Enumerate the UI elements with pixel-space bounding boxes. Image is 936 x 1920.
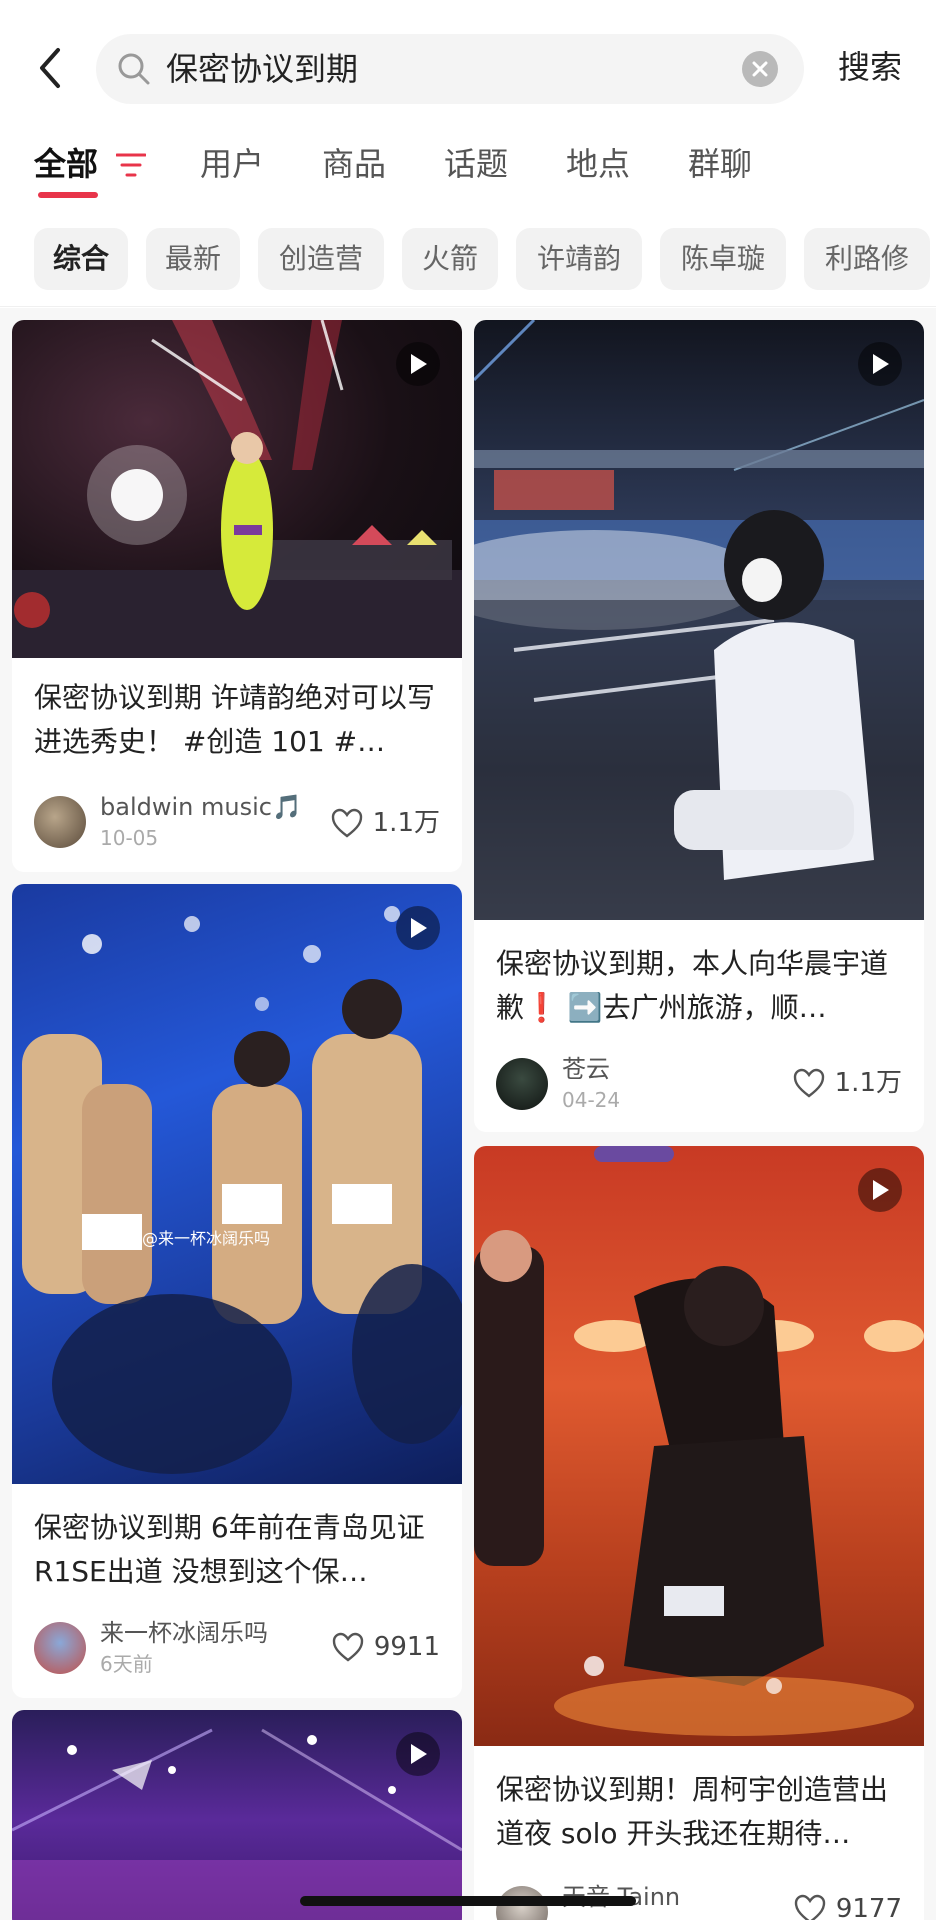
like-count: 1.1万 — [834, 1068, 902, 1098]
like-button[interactable]: 1.1万 — [793, 1066, 902, 1100]
heart-icon — [332, 1632, 364, 1662]
like-count: 9177 — [835, 1894, 902, 1920]
post-card[interactable]: 保密协议到期，本人向华晨宇道歉❗ ➡️去广州旅游，顺… 苍云 04-24 1.1… — [474, 320, 924, 1132]
chip-chen-zhuoxuan[interactable]: 陈卓璇 — [660, 228, 786, 290]
top-bar: 保密协议到期 搜索 — [0, 0, 936, 130]
chip-xu-jingyun[interactable]: 许靖韵 — [516, 228, 642, 290]
tab-places[interactable]: 地点 — [566, 142, 630, 186]
results-feed: 保密协议到期 许靖韵绝对可以写进选秀史！ #创造 101 #… baldwin … — [0, 308, 936, 1920]
post-title: 保密协议到期 6年前在青岛见证R1SE出道 没想到这个保… — [34, 1511, 425, 1588]
like-button[interactable]: 1.1万 — [331, 806, 440, 840]
post-thumbnail: @来一杯冰阔乐吗 — [12, 884, 462, 1484]
video-play-icon — [396, 1732, 440, 1776]
post-author[interactable]: 来一杯冰阔乐吗 — [100, 1618, 268, 1648]
post-card[interactable]: 保密协议到期！周柯宇创造营出道夜 solo 开头我还在期待… 天音 Tainn … — [474, 1146, 924, 1920]
search-icon — [118, 53, 150, 85]
like-button[interactable]: 9177 — [794, 1892, 902, 1920]
video-play-icon — [396, 342, 440, 386]
like-button[interactable]: 9911 — [332, 1630, 440, 1664]
performance-scene-illustration — [474, 1146, 924, 1736]
chip-rocket[interactable]: 火箭 — [402, 228, 498, 290]
post-date: 6天前 — [100, 1652, 153, 1676]
tab-group-chats[interactable]: 群聊 — [688, 142, 752, 186]
chip-comprehensive[interactable]: 综合 — [34, 228, 128, 290]
heart-icon — [793, 1068, 824, 1098]
heart-icon — [794, 1894, 826, 1920]
video-play-icon — [858, 342, 902, 386]
home-indicator — [300, 1896, 636, 1906]
chip-li-luxiu[interactable]: 利路修 — [804, 228, 930, 290]
post-thumbnail — [474, 320, 924, 920]
back-button[interactable] — [28, 44, 76, 92]
close-icon — [752, 61, 768, 77]
video-play-icon — [396, 906, 440, 950]
dance-scene-illustration: @来一杯冰阔乐吗 — [22, 906, 462, 1474]
tab-all[interactable]: 全部 — [34, 142, 98, 186]
tab-users[interactable]: 用户 — [200, 142, 264, 186]
avatar[interactable] — [34, 796, 86, 848]
search-submit-button[interactable]: 搜索 — [838, 46, 902, 88]
like-count: 9911 — [373, 1632, 440, 1662]
avatar[interactable] — [34, 1622, 86, 1674]
post-title: 保密协议到期，本人向华晨宇道歉❗ ➡️去广州旅游，顺… — [496, 947, 889, 1024]
clear-search-button[interactable] — [742, 51, 778, 87]
heart-icon — [331, 808, 362, 838]
filter-icon[interactable] — [116, 152, 146, 178]
active-tab-indicator — [38, 192, 98, 198]
search-query-text: 保密协议到期 — [166, 50, 359, 88]
like-count: 1.1万 — [372, 808, 440, 838]
filter-chips: 综合 最新 创造营 火箭 许靖韵 陈卓璇 利路修 — [0, 228, 936, 292]
post-title: 保密协议到期 许靖韵绝对可以写进选秀史！ #创造 101 #… — [34, 681, 435, 758]
post-card[interactable]: @来一杯冰阔乐吗 保密协议到期 6年前在青岛见证R1SE出道 没想到这个保… 来… — [12, 884, 462, 1698]
stadium-scene-illustration — [474, 320, 924, 920]
post-author[interactable]: baldwin music🎵 — [100, 792, 302, 822]
concert-lights-illustration — [12, 1728, 462, 1920]
post-thumbnail — [12, 320, 462, 658]
post-date: 04-24 — [562, 1088, 621, 1112]
post-date: 10-05 — [100, 826, 159, 850]
tab-products[interactable]: 商品 — [322, 142, 386, 186]
post-card[interactable]: 保密协议到期 许靖韵绝对可以写进选秀史！ #创造 101 #… baldwin … — [12, 320, 462, 872]
chip-latest[interactable]: 最新 — [146, 228, 240, 290]
watermark-text: @来一杯冰阔乐吗 — [142, 1229, 270, 1248]
tab-topics[interactable]: 话题 — [444, 142, 508, 186]
post-card[interactable] — [12, 1710, 462, 1920]
post-author[interactable]: 苍云 — [562, 1054, 610, 1084]
category-tabs: 全部 用户 商品 话题 地点 群聊 — [0, 134, 936, 204]
post-thumbnail — [12, 1710, 462, 1920]
chip-chuangzaoying[interactable]: 创造营 — [258, 228, 384, 290]
stage-scene-illustration — [12, 320, 462, 658]
video-play-icon — [858, 1168, 902, 1212]
post-title: 保密协议到期！周柯宇创造营出道夜 solo 开头我还在期待… — [496, 1773, 889, 1850]
post-thumbnail — [474, 1146, 924, 1746]
divider — [0, 306, 936, 307]
chevron-left-icon — [40, 48, 60, 88]
avatar[interactable] — [496, 1058, 548, 1110]
search-input[interactable]: 保密协议到期 — [96, 34, 804, 104]
